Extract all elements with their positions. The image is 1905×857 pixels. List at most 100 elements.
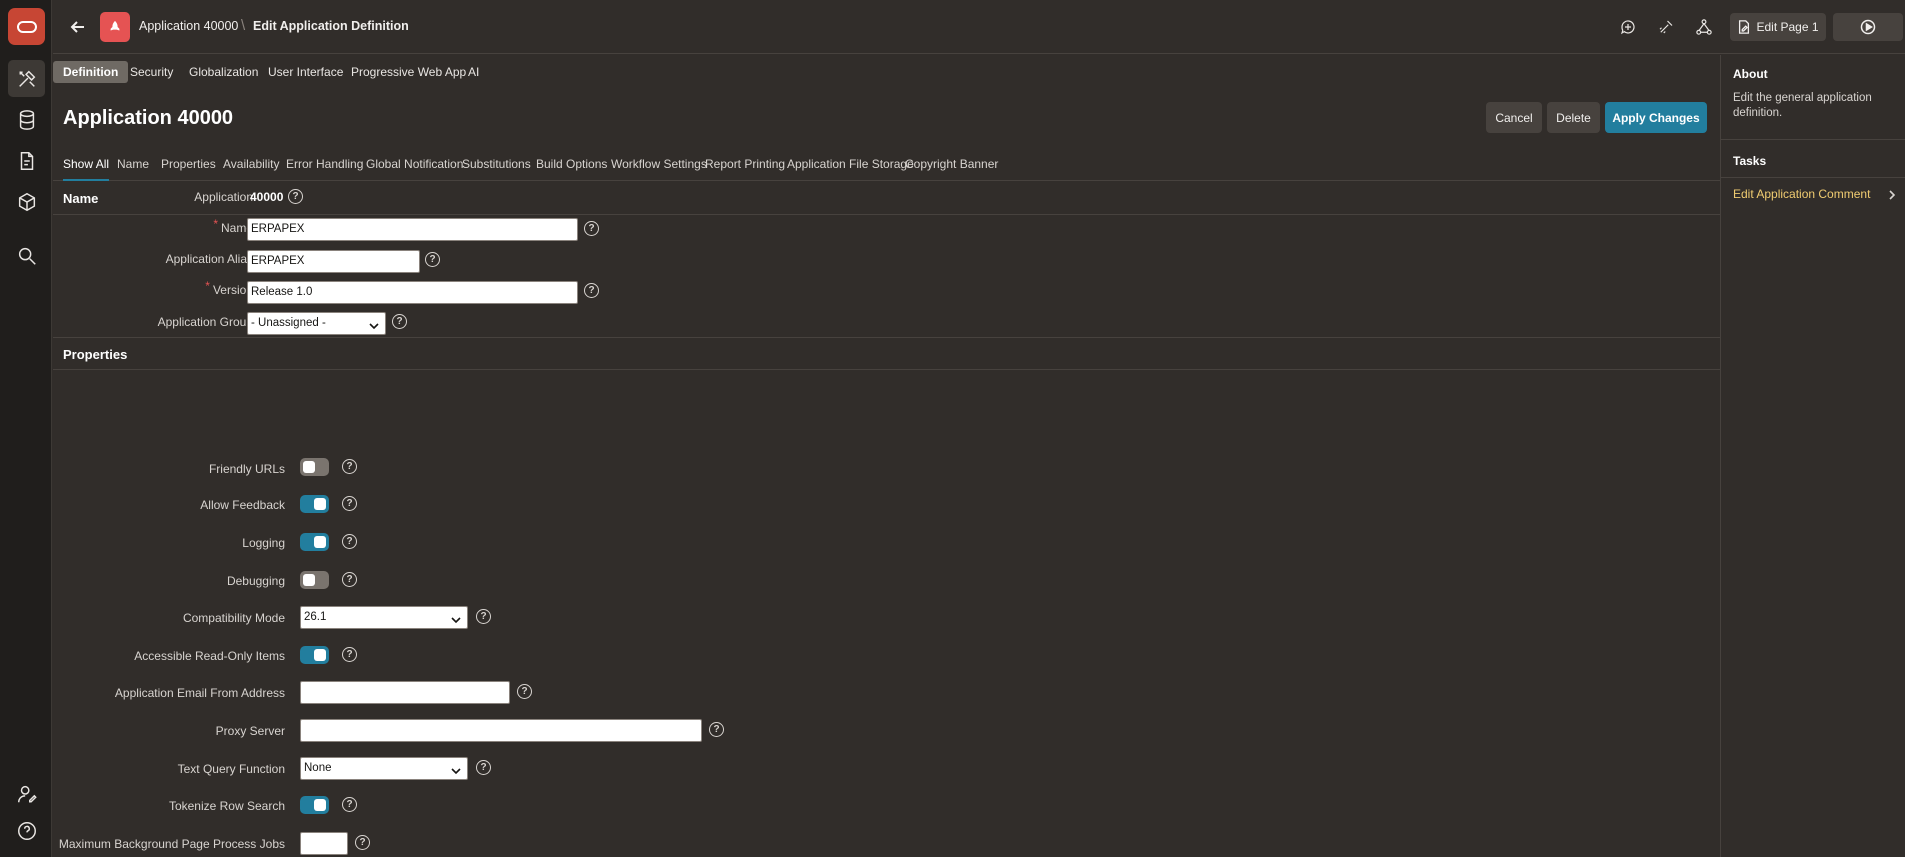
team-development-icon[interactable] [8,142,45,179]
chevron-down-icon [369,318,379,330]
compatibility-mode-select[interactable]: 26.1 [300,606,468,629]
application-alias-input[interactable]: ERPAPEX [247,250,420,273]
apply-changes-button[interactable]: Apply Changes [1605,102,1707,133]
subtab-properties[interactable]: Properties [161,157,216,179]
max-background-jobs-label: Maximum Background Page Process Jobs [58,837,285,851]
right-side-panel: About Edit the general application defin… [1720,55,1905,857]
tokenize-row-search-toggle[interactable] [300,796,329,814]
debugging-label: Debugging [226,574,285,588]
subtab-error-handling[interactable]: Error Handling [286,157,363,179]
version-input[interactable]: Release 1.0 [247,281,578,304]
friendly-urls-label: Friendly URLs [208,462,285,476]
definition-tabs: Definition Security Globalization User I… [53,55,1720,89]
max-jobs-help-icon[interactable]: ? [355,835,370,850]
debugging-help-icon[interactable]: ? [342,572,357,587]
tab-progressive-web-app[interactable]: Progressive Web App [341,61,476,83]
version-label: * Version [205,279,253,297]
back-arrow-icon[interactable] [69,18,87,36]
edit-page-label: Edit Page 1 [1756,20,1819,34]
subtab-availability[interactable]: Availability [223,157,279,179]
edit-page-icon [1739,20,1750,34]
group-help-icon[interactable]: ? [392,314,407,329]
name-input[interactable]: ERPAPEX [247,218,578,241]
allow-feedback-label: Allow Feedback [200,498,285,512]
run-application-button[interactable] [1833,13,1903,41]
edit-application-comment-link[interactable]: Edit Application Comment [1733,187,1870,201]
tokenize-row-search-label: Tokenize Row Search [168,799,285,813]
breadcrumb-current-page: Edit Application Definition [253,19,409,33]
required-indicator: * [205,279,210,293]
application-icon[interactable] [100,12,130,42]
edit-page-button[interactable]: Edit Page 1 [1730,13,1826,41]
email-from-label: Application Email From Address [114,686,285,700]
subtab-copyright-banner[interactable]: Copyright Banner [905,157,998,179]
gallery-icon[interactable] [8,183,45,220]
subtab-workflow-settings[interactable]: Workflow Settings [611,157,707,179]
subtab-global-notification[interactable]: Global Notification [366,157,463,179]
max-background-jobs-input[interactable] [300,832,348,855]
page-title: Application 40000 [63,107,234,129]
about-text: Edit the general application definition. [1733,92,1872,119]
oracle-logo-icon[interactable] [8,8,45,45]
compatibility-mode-label: Compatibility Mode [182,611,285,625]
properties-region-header: Properties [53,337,1720,370]
application-alias-label: Application Alias [165,252,253,266]
allow-feedback-help-icon[interactable]: ? [342,496,357,511]
allow-feedback-toggle[interactable] [300,495,329,513]
breadcrumb-application[interactable]: Application 40000 [139,19,238,33]
email-help-icon[interactable]: ? [517,684,532,699]
database-icon[interactable] [8,101,45,138]
search-icon[interactable] [8,237,45,274]
tab-security[interactable]: Security [120,61,183,83]
logging-toggle[interactable] [300,533,329,551]
name-help-icon[interactable]: ? [584,221,599,236]
application-help-icon[interactable]: ? [288,189,303,204]
subtab-report-printing[interactable]: Report Printing [705,157,785,179]
add-comment-icon[interactable] [1616,15,1640,39]
divider [1721,177,1905,178]
subtab-application-file-storage[interactable]: Application File Storage [787,157,914,179]
about-heading: About [1733,67,1768,81]
design-tools-icon[interactable] [1654,15,1678,39]
subtab-build-options[interactable]: Build Options [536,157,607,179]
friendly-urls-help-icon[interactable]: ? [342,459,357,474]
proxy-server-input[interactable] [300,719,702,742]
friendly-urls-toggle[interactable] [300,458,329,476]
logging-help-icon[interactable]: ? [342,534,357,549]
subtab-substitutions[interactable]: Substitutions [462,157,531,179]
debugging-toggle[interactable] [300,571,329,589]
delete-button[interactable]: Delete [1547,102,1600,133]
alias-help-icon[interactable]: ? [425,252,440,267]
text-query-help-icon[interactable]: ? [476,760,491,775]
tab-definition[interactable]: Definition [53,61,129,83]
email-from-input[interactable] [300,681,510,704]
breadcrumb-separator: \ [241,17,246,34]
tokenize-help-icon[interactable]: ? [342,797,357,812]
accessible-read-only-toggle[interactable] [300,646,329,664]
properties-region-title: Properties [63,347,128,362]
left-navigation [0,0,52,857]
chevron-down-icon [451,763,461,775]
tab-user-interface[interactable]: User Interface [258,61,353,83]
application-group-value: - Unassigned - [251,317,326,329]
accessible-help-icon[interactable]: ? [342,647,357,662]
chevron-right-icon [1887,189,1897,200]
name-region-title: Name [63,191,99,206]
text-query-function-select[interactable]: None [300,757,468,780]
subtab-name[interactable]: Name [117,157,149,179]
tab-ai[interactable]: AI [458,61,489,83]
play-icon [1860,19,1876,35]
cancel-button[interactable]: Cancel [1486,102,1542,133]
accessible-read-only-label: Accessible Read-Only Items [134,649,285,663]
help-icon[interactable] [8,812,45,849]
user-settings-icon[interactable] [8,775,45,812]
section-tabs: Show All Name Properties Availability Er… [53,151,1720,181]
shared-components-icon[interactable] [1692,15,1716,39]
tab-globalization[interactable]: Globalization [179,61,268,83]
subtab-show-all[interactable]: Show All [63,157,110,181]
version-help-icon[interactable]: ? [584,283,599,298]
proxy-help-icon[interactable]: ? [709,722,724,737]
app-builder-icon[interactable] [8,60,45,97]
application-group-select[interactable]: - Unassigned - [247,312,386,335]
compatibility-help-icon[interactable]: ? [476,609,491,624]
